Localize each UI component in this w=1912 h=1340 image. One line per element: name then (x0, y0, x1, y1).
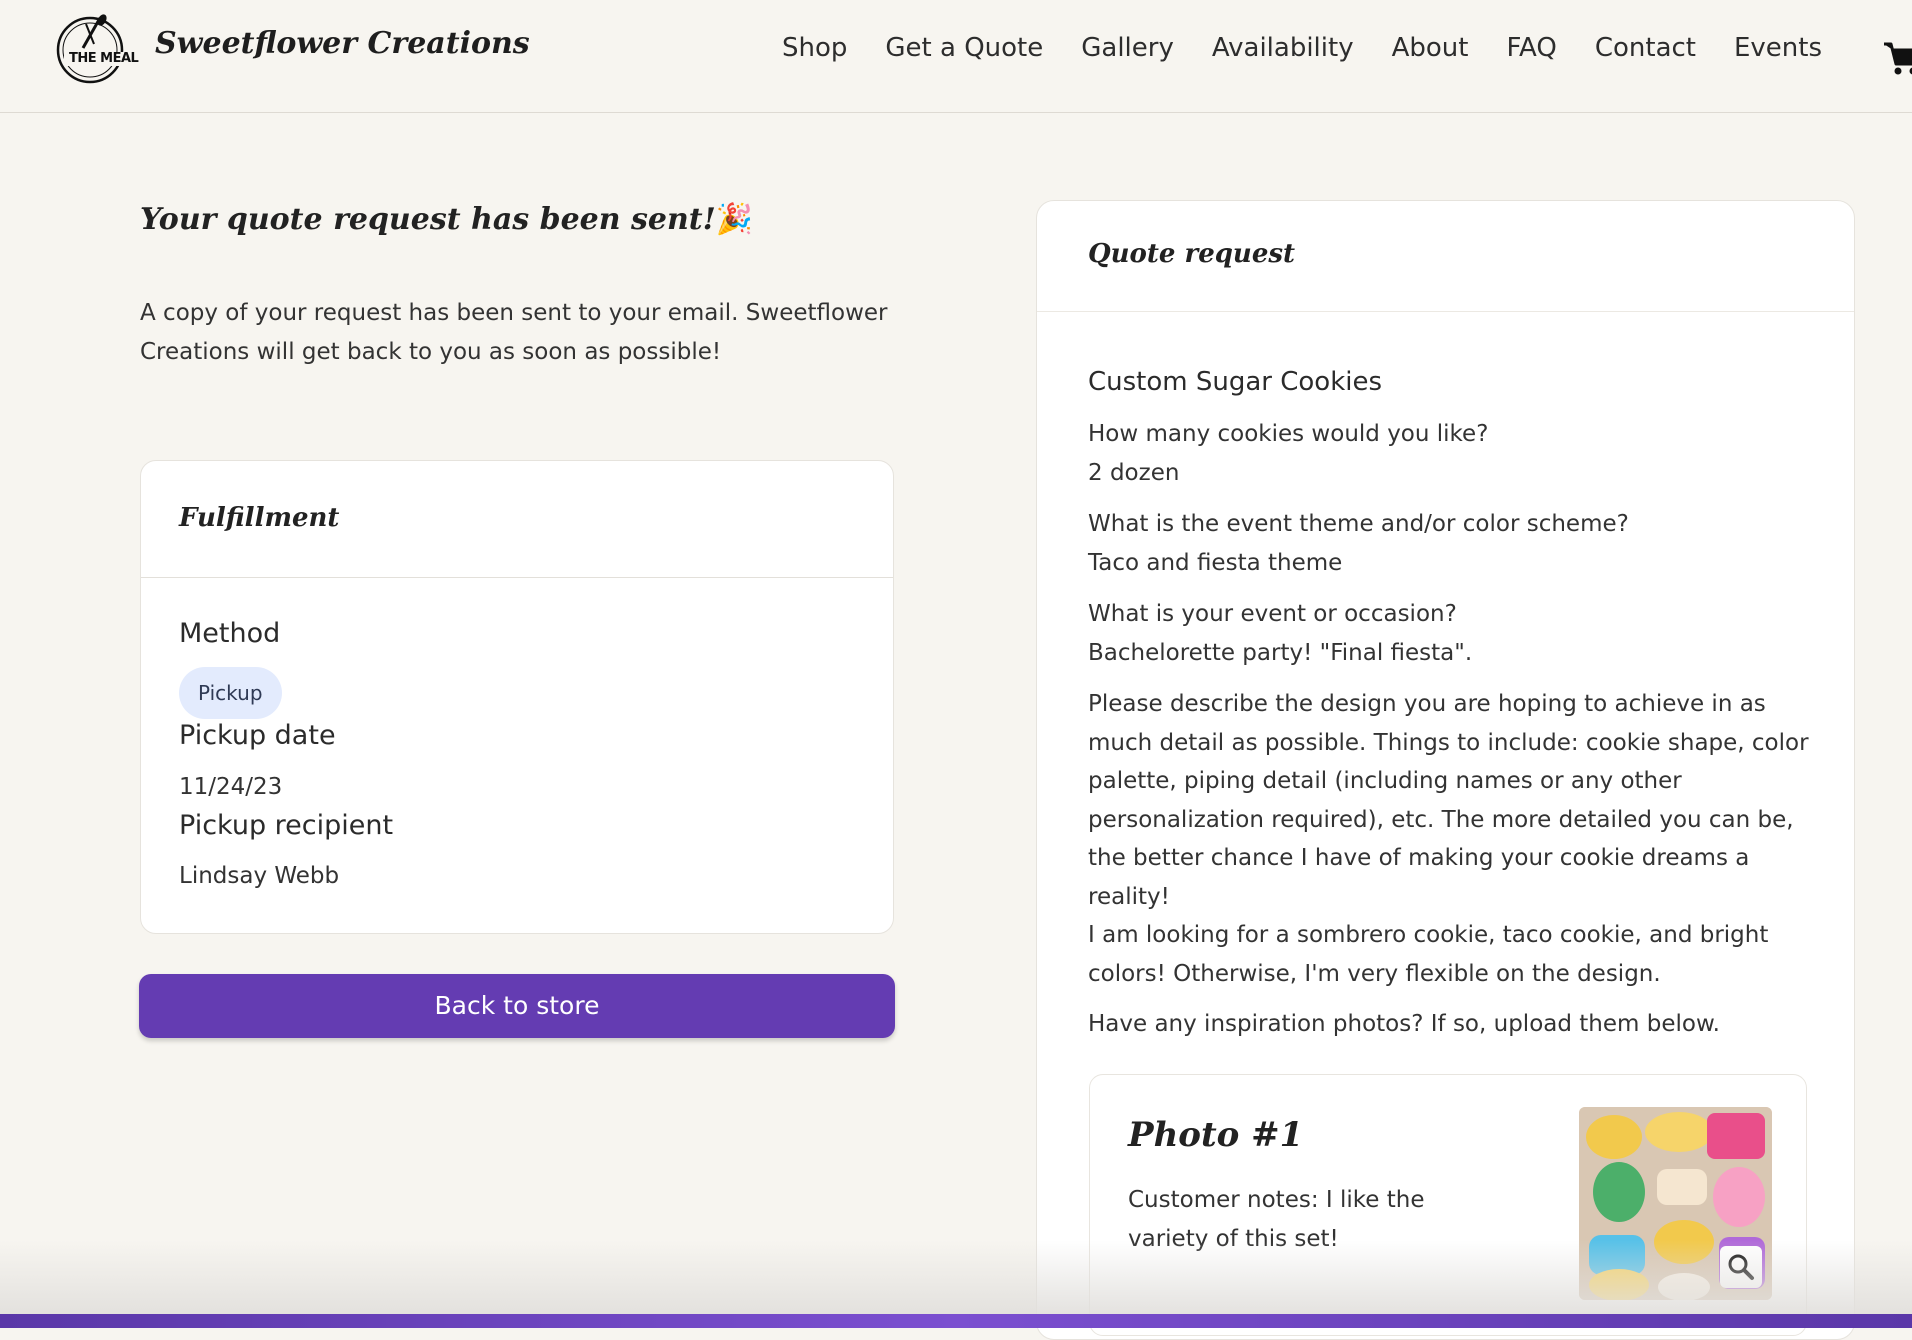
nav-about[interactable]: About (1392, 33, 1469, 63)
nav-availability[interactable]: Availability (1212, 33, 1354, 63)
nav-get-a-quote[interactable]: Get a Quote (885, 33, 1043, 63)
question-design: Please describe the design you are hopin… (1088, 685, 1818, 916)
nav-faq[interactable]: FAQ (1506, 33, 1556, 63)
shopping-cart-icon[interactable] (1882, 38, 1912, 78)
fulfillment-title: Fulfillment (179, 503, 339, 533)
confirmation-title-text: Your quote request has been sent! (140, 202, 716, 237)
main-nav: Shop Get a Quote Gallery Availability Ab… (782, 33, 1822, 63)
nav-contact[interactable]: Contact (1595, 33, 1696, 63)
back-to-store-button[interactable]: Back to store (139, 974, 895, 1038)
party-popper-icon: 🎉 (716, 202, 753, 237)
question-inspiration-photos: Have any inspiration photos? If so, uplo… (1088, 1005, 1818, 1044)
quote-request-header: Quote request (1037, 201, 1854, 312)
product-name: Custom Sugar Cookies (1088, 367, 1382, 397)
logo-text: THE MEAL (69, 51, 138, 66)
confirmation-title: Your quote request has been sent!🎉 (140, 202, 753, 237)
pickup-recipient-label: Pickup recipient (179, 810, 393, 841)
question-occasion: What is your event or occasion? (1088, 595, 1818, 634)
answer-theme: Taco and fiesta theme (1088, 544, 1818, 583)
meal-connection-logo[interactable]: THE MEAL (50, 14, 138, 84)
fulfillment-card: Fulfillment Method Pickup Pickup date 11… (140, 460, 894, 934)
answer-cookie-count: 2 dozen (1088, 454, 1818, 493)
pickup-date-value: 11/24/23 (179, 774, 282, 800)
site-header: THE MEAL Sweetflower Creations Shop Get … (0, 0, 1912, 113)
question-cookie-count: How many cookies would you like? (1088, 415, 1818, 454)
nav-shop[interactable]: Shop (782, 33, 847, 63)
method-label: Method (179, 618, 280, 649)
magnifier-icon[interactable] (1720, 1246, 1762, 1288)
bottom-bar (0, 1314, 1912, 1328)
nav-events[interactable]: Events (1734, 33, 1822, 63)
method-badge: Pickup (179, 667, 282, 719)
pickup-date-label: Pickup date (179, 720, 336, 751)
photo-card: Photo #1 Customer notes: I like the vari… (1089, 1074, 1807, 1336)
photo-title: Photo #1 (1128, 1115, 1303, 1155)
answer-occasion: Bachelorette party! "Final fiesta". (1088, 634, 1818, 673)
quote-request-title: Quote request (1088, 239, 1295, 269)
question-theme: What is the event theme and/or color sch… (1088, 505, 1818, 544)
answer-design: I am looking for a sombrero cookie, taco… (1088, 916, 1818, 993)
brand-name[interactable]: Sweetflower Creations (155, 26, 530, 61)
pickup-recipient-value: Lindsay Webb (179, 863, 339, 889)
nav-gallery[interactable]: Gallery (1081, 33, 1174, 63)
quote-request-card: Quote request Custom Sugar Cookies How m… (1036, 200, 1855, 1340)
fulfillment-card-header: Fulfillment (141, 461, 893, 578)
confirmation-message: A copy of your request has been sent to … (140, 294, 900, 372)
photo-customer-notes: Customer notes: I like the variety of th… (1128, 1181, 1458, 1259)
